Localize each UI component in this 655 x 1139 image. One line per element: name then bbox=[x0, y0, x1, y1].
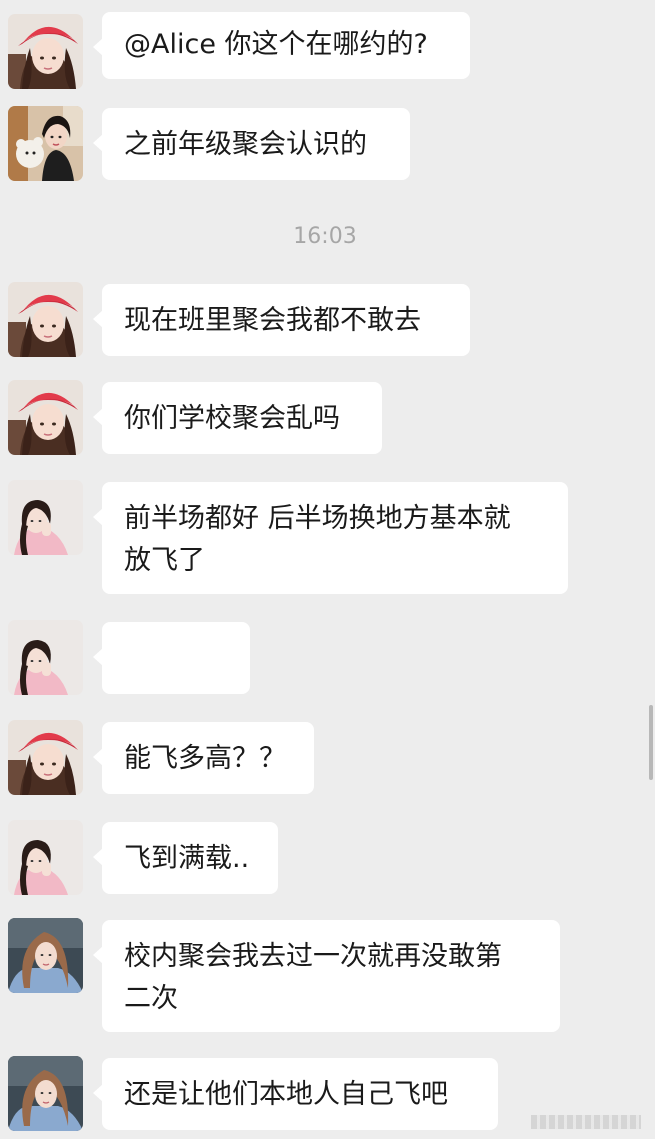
message-bubble[interactable]: 现在班里聚会我都不敢去 bbox=[93, 284, 470, 356]
red-beret-girl-avatar[interactable] bbox=[8, 380, 83, 455]
red-beret-girl-avatar[interactable] bbox=[8, 14, 83, 89]
message-bubble[interactable]: 你们学校聚会乱吗 bbox=[93, 382, 382, 454]
watermark bbox=[531, 1115, 641, 1129]
long-hair-girl-avatar[interactable] bbox=[8, 1056, 83, 1131]
pink-sweater-girl-avatar[interactable] bbox=[8, 820, 83, 895]
message-bubble[interactable]: @Alice 你这个在哪约的? bbox=[93, 12, 470, 79]
red-beret-girl-avatar[interactable] bbox=[8, 720, 83, 795]
timestamp: 16:03 bbox=[293, 224, 357, 249]
message-bubble[interactable]: 能飞多高？？ bbox=[93, 722, 314, 794]
chat-window: @Alice 你这个在哪约的? 之前年级聚会认识的 16:03 现在班里聚会我都… bbox=[0, 0, 655, 1139]
pink-sweater-girl-avatar[interactable] bbox=[8, 620, 83, 695]
pink-sweater-girl-avatar[interactable] bbox=[8, 480, 83, 555]
message-bubble[interactable]: 还是让他们本地人自己飞吧 bbox=[93, 1058, 498, 1130]
message-bubble[interactable]: 之前年级聚会认识的 bbox=[93, 108, 410, 180]
message-bubble[interactable] bbox=[93, 622, 250, 758]
message-bubble[interactable]: 前半场都好 后半场换地方基本就 放飞了 bbox=[93, 482, 568, 594]
long-hair-girl-avatar[interactable] bbox=[8, 918, 83, 993]
teddy-bear-girl-avatar[interactable] bbox=[8, 106, 83, 181]
red-beret-girl-avatar[interactable] bbox=[8, 282, 83, 357]
message-bubble[interactable]: 校内聚会我去过一次就再没敢第 二次 bbox=[93, 920, 560, 1032]
scrollbar[interactable] bbox=[649, 705, 653, 780]
message-bubble[interactable]: 飞到满载.. bbox=[93, 822, 278, 894]
